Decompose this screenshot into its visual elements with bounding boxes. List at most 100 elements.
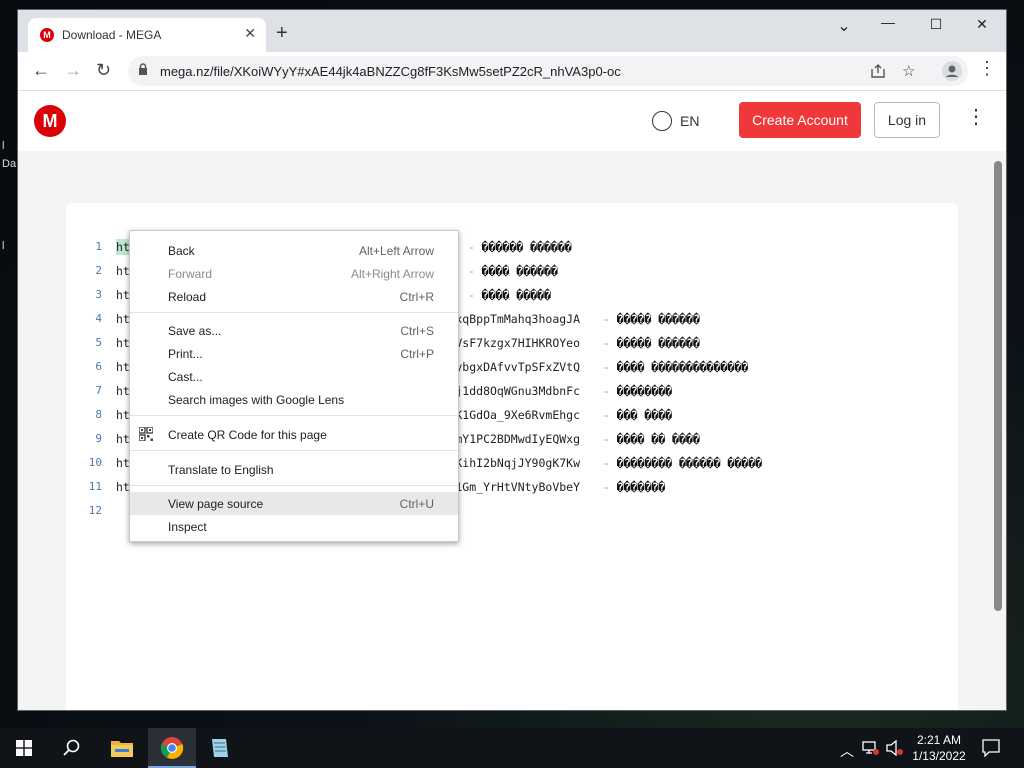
line-description: - ��� ����	[596, 408, 672, 422]
clock-date: 1/13/2022	[912, 749, 966, 763]
line-separator: -	[596, 336, 617, 350]
language-selector[interactable]: EN	[652, 111, 699, 131]
new-tab-button[interactable]: +	[276, 23, 288, 43]
line-separator: -	[596, 384, 617, 398]
line-number: 12	[88, 504, 102, 517]
menu-separator	[130, 485, 458, 486]
line-description: - ������ ������	[461, 240, 572, 254]
mega-header: M EN Create Account Log in ⋮	[18, 91, 1006, 151]
desktop-edge-text-3: l	[2, 240, 5, 252]
menu-separator	[130, 312, 458, 313]
line-number: 1	[95, 240, 102, 253]
bookmark-star-icon[interactable]: ☆	[902, 62, 915, 80]
login-button[interactable]: Log in	[874, 102, 940, 138]
share-icon[interactable]	[870, 64, 886, 78]
language-label: EN	[680, 113, 700, 129]
browser-menu-icon[interactable]: ⋮	[978, 58, 996, 78]
close-window-button[interactable]: ✕	[962, 16, 1002, 33]
menu-item-cast[interactable]: Cast...	[130, 365, 458, 388]
network-icon[interactable]	[862, 740, 880, 756]
browser-toolbar: ← → ↻ mega.nz/file/XKoiWYyY#xAE44jk4aBNZ…	[18, 52, 1006, 91]
menu-item-print[interactable]: Print... Ctrl+P	[130, 342, 458, 365]
line-description: - ����� ������	[596, 336, 700, 350]
back-button[interactable]: ←	[32, 60, 50, 80]
reload-button[interactable]: ↻	[96, 60, 111, 80]
line-separator: -	[596, 480, 617, 494]
tab-close-icon[interactable]: ✕	[244, 25, 256, 42]
line-desc-text: ���� ������	[481, 264, 558, 278]
menu-separator	[130, 450, 458, 451]
menu-item-save-as[interactable]: Save as... Ctrl+S	[130, 319, 458, 342]
line-url: ht	[116, 384, 130, 398]
line-desc-text: ����� ������	[616, 336, 700, 350]
file-explorer-icon[interactable]	[110, 738, 134, 758]
line-desc-text: �������� ������ �����	[616, 456, 763, 470]
line-separator: -	[461, 264, 482, 278]
notifications-icon[interactable]	[982, 739, 1000, 757]
line-number: 5	[95, 336, 102, 349]
line-number: 6	[95, 360, 102, 373]
menu-item-back[interactable]: Back Alt+Left Arrow	[130, 239, 458, 262]
line-url: ht	[116, 360, 130, 374]
qr-code-icon	[139, 427, 153, 441]
line-separator: -	[596, 312, 617, 326]
line-number: 4	[95, 312, 102, 325]
line-description: - ��������	[596, 384, 672, 398]
line-number: 3	[95, 288, 102, 301]
forward-button[interactable]: →	[64, 60, 82, 80]
tray-overflow-chevron-icon[interactable]: ︿	[840, 741, 854, 761]
menu-separator	[130, 415, 458, 416]
profile-avatar-icon[interactable]	[942, 61, 962, 81]
notepad-app-icon[interactable]	[208, 737, 232, 759]
minimize-button[interactable]: —	[868, 14, 908, 30]
tab-strip: M Download - MEGA ✕ + ⌄ — ☐ ✕	[18, 10, 1006, 52]
lock-icon	[139, 63, 147, 75]
line-desc-text: ���� �����	[481, 288, 552, 302]
line-description: - ���� ��������������	[596, 360, 748, 374]
mega-logo[interactable]: M	[34, 105, 66, 137]
mega-favicon-icon: M	[40, 28, 54, 42]
line-description: - ���� �� ����	[596, 432, 700, 446]
volume-muted-icon[interactable]	[886, 740, 904, 756]
line-url: ht	[116, 264, 130, 278]
tab-search-button[interactable]: ⌄	[824, 16, 864, 36]
line-url: ht	[116, 432, 130, 446]
search-icon[interactable]	[62, 738, 82, 758]
line-url: ht	[116, 408, 130, 422]
menu-item-translate[interactable]: Translate to English	[130, 458, 458, 481]
line-number: 7	[95, 384, 102, 397]
system-clock[interactable]: 2:21 AM 1/13/2022	[904, 732, 974, 764]
line-number: 2	[95, 264, 102, 277]
line-desc-text: ������ ������	[481, 240, 572, 254]
menu-item-forward[interactable]: Forward Alt+Right Arrow	[130, 262, 458, 285]
menu-item-google-lens[interactable]: Search images with Google Lens	[130, 388, 458, 411]
line-number: 11	[88, 480, 102, 493]
line-description: - �������� ������ �����	[596, 456, 762, 470]
line-desc-text: �������	[616, 480, 666, 494]
chrome-taskbar-button[interactable]	[148, 728, 196, 768]
taskbar: ︿ 2:21 AM 1/13/2022	[0, 728, 1024, 768]
line-url: ht	[116, 456, 130, 470]
line-desc-text: ����� ������	[616, 312, 700, 326]
tab-mega-download[interactable]: M Download - MEGA ✕	[28, 18, 266, 52]
tab-title: Download - MEGA	[62, 28, 162, 42]
line-separator: -	[596, 360, 617, 374]
maximize-button[interactable]: ☐	[916, 16, 956, 33]
menu-item-reload[interactable]: Reload Ctrl+R	[130, 285, 458, 308]
line-description: - ���� �����	[461, 288, 551, 302]
line-separator: -	[596, 408, 617, 422]
create-account-button[interactable]: Create Account	[739, 102, 861, 138]
page-menu-icon[interactable]: ⋮	[966, 107, 986, 127]
line-number: 9	[95, 432, 102, 445]
chrome-icon	[160, 737, 184, 759]
line-description: - ����� ������	[596, 312, 700, 326]
windows-start-icon[interactable]	[16, 740, 32, 756]
line-description: - �������	[596, 480, 665, 494]
line-desc-text: ��� ����	[616, 408, 673, 422]
address-bar[interactable]: mega.nz/file/XKoiWYyY#xAE44jk4aBNZZCg8fF…	[128, 56, 968, 86]
menu-item-qr-code[interactable]: Create QR Code for this page	[130, 423, 458, 446]
menu-item-view-source[interactable]: View page source Ctrl+U	[130, 492, 458, 515]
menu-item-inspect[interactable]: Inspect	[130, 515, 458, 538]
url-text: mega.nz/file/XKoiWYyY#xAE44jk4aBNZZCg8fF…	[160, 64, 621, 79]
page-scrollbar[interactable]	[994, 161, 1002, 611]
